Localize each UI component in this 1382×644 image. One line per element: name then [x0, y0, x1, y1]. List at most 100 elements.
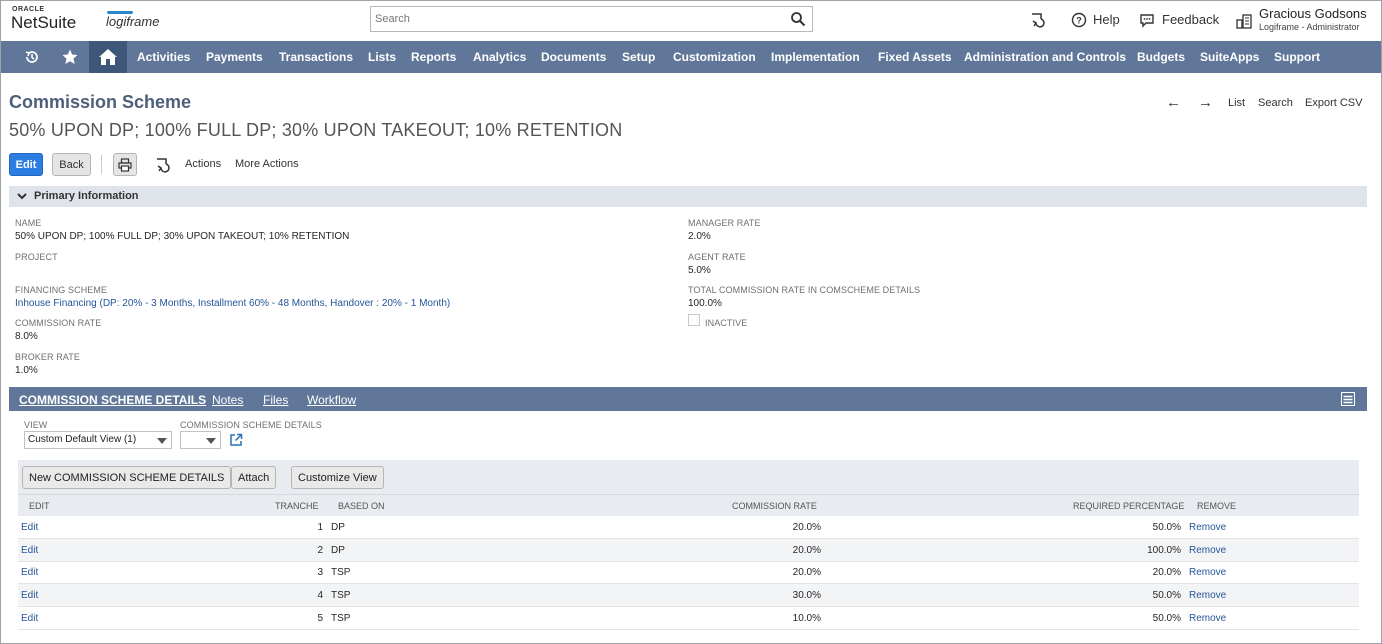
table-row: Edit 5 TSP 10.0% 50.0% Remove: [18, 607, 1359, 630]
row-remove-link[interactable]: Remove: [1189, 613, 1226, 624]
nav-documents[interactable]: Documents: [541, 50, 606, 64]
table-row: Edit 3 TSP 20.0% 20.0% Remove: [18, 561, 1359, 584]
print-button[interactable]: [113, 153, 137, 176]
nav-lists[interactable]: Lists: [368, 50, 396, 64]
search-icon[interactable]: [790, 11, 806, 27]
name-label: NAME: [15, 218, 42, 228]
main-navigation: Activities Payments Transactions Lists R…: [1, 41, 1381, 73]
row-commission-rate: 20.0%: [792, 545, 821, 556]
list-link[interactable]: List: [1228, 97, 1245, 109]
nav-implementation[interactable]: Implementation: [771, 50, 860, 64]
more-actions-menu[interactable]: More Actions: [235, 158, 299, 170]
search-link[interactable]: Search: [1258, 97, 1293, 109]
top-header: ORACLE NetSuite logiframe ? Help Feedbac…: [1, 1, 1381, 41]
chevron-down-icon: [157, 438, 167, 444]
primary-information-header[interactable]: Primary Information: [9, 186, 1367, 207]
attach-button[interactable]: Attach: [231, 466, 277, 489]
row-required-percentage: 100.0%: [1147, 545, 1181, 556]
nav-reports[interactable]: Reports: [411, 50, 456, 64]
row-remove-link[interactable]: Remove: [1189, 522, 1226, 533]
row-edit-link[interactable]: Edit: [21, 567, 38, 578]
search-input[interactable]: [371, 7, 781, 31]
recent-history-button[interactable]: [13, 41, 51, 73]
feedback-link[interactable]: Feedback: [1162, 12, 1219, 27]
page-type-label: Commission Scheme: [9, 92, 192, 112]
tab-workflow[interactable]: Workflow: [307, 393, 356, 407]
next-record-icon[interactable]: →: [1198, 94, 1213, 111]
roles-icon[interactable]: [1235, 12, 1253, 30]
user-role[interactable]: Logiframe - Administrator: [1259, 22, 1360, 32]
financing-scheme-link[interactable]: Inhouse Financing (DP: 20% - 3 Months, I…: [15, 298, 450, 309]
chevron-down-icon: [17, 193, 27, 200]
nav-customization[interactable]: Customization: [673, 50, 756, 64]
csd-filter-select[interactable]: [180, 431, 221, 449]
list-menu-icon[interactable]: [1341, 392, 1355, 406]
column-header-based-on[interactable]: BASED ON: [338, 501, 385, 511]
user-name[interactable]: Gracious Godsons: [1259, 6, 1367, 21]
commission-rate-label: COMMISSION RATE: [15, 318, 102, 328]
row-edit-link[interactable]: Edit: [21, 545, 38, 556]
tab-files[interactable]: Files: [263, 393, 288, 407]
row-remove-link[interactable]: Remove: [1189, 567, 1226, 578]
nav-support[interactable]: Support: [1274, 50, 1320, 64]
column-header-commission-rate[interactable]: COMMISSION RATE: [732, 501, 817, 511]
view-select[interactable]: Custom Default View (1): [24, 431, 172, 449]
table-row: Edit 4 TSP 30.0% 50.0% Remove: [18, 584, 1359, 607]
nav-analytics[interactable]: Analytics: [473, 50, 526, 64]
customize-view-button[interactable]: Customize View: [291, 466, 384, 489]
row-based-on: TSP: [331, 567, 351, 578]
help-link[interactable]: Help: [1093, 12, 1120, 27]
manager-rate-value: 2.0%: [688, 231, 711, 242]
nav-fixed-assets[interactable]: Fixed Assets: [878, 50, 952, 64]
inactive-checkbox: [688, 314, 700, 326]
export-csv-link[interactable]: Export CSV: [1305, 97, 1362, 109]
total-commission-rate-label: TOTAL COMMISSION RATE IN COMSCHEME DETAI…: [688, 285, 921, 295]
help-icon[interactable]: ?: [1070, 11, 1088, 29]
tab-notes[interactable]: Notes: [212, 393, 243, 407]
agent-rate-value: 5.0%: [688, 265, 711, 276]
row-tranche: 1: [317, 522, 323, 533]
netsuite-logo[interactable]: NetSuite: [11, 13, 76, 33]
nav-administration[interactable]: Administration and Controls: [964, 50, 1126, 64]
row-edit-link[interactable]: Edit: [21, 590, 38, 601]
row-remove-link[interactable]: Remove: [1189, 590, 1226, 601]
row-edit-link[interactable]: Edit: [21, 522, 38, 533]
row-based-on: TSP: [331, 613, 351, 624]
edit-button[interactable]: Edit: [9, 153, 43, 176]
row-based-on: TSP: [331, 590, 351, 601]
global-search[interactable]: [370, 6, 813, 32]
home-button[interactable]: [89, 41, 127, 73]
row-required-percentage: 50.0%: [1152, 522, 1181, 533]
table-row: Edit 2 DP 20.0% 100.0% Remove: [18, 539, 1359, 562]
nav-payments[interactable]: Payments: [206, 50, 263, 64]
nav-activities[interactable]: Activities: [137, 50, 190, 64]
star-icon: [62, 49, 78, 64]
open-external-icon[interactable]: [229, 433, 243, 447]
nav-suiteapps[interactable]: SuiteApps: [1200, 50, 1259, 64]
recent-records-icon[interactable]: [153, 156, 171, 174]
row-required-percentage: 50.0%: [1152, 613, 1181, 624]
feedback-icon[interactable]: [1138, 11, 1156, 29]
nav-setup[interactable]: Setup: [622, 50, 655, 64]
previous-record-icon[interactable]: ←: [1166, 94, 1181, 111]
column-header-required-percentage[interactable]: REQUIRED PERCENTAGE: [1073, 501, 1184, 511]
recent-records-icon[interactable]: [1028, 11, 1046, 29]
favorites-button[interactable]: [51, 41, 89, 73]
nav-budgets[interactable]: Budgets: [1137, 50, 1185, 64]
nav-transactions[interactable]: Transactions: [279, 50, 353, 64]
broker-rate-value: 1.0%: [15, 365, 38, 376]
row-edit-link[interactable]: Edit: [21, 613, 38, 624]
row-tranche: 4: [317, 590, 323, 601]
name-value: 50% UPON DP; 100% FULL DP; 30% UPON TAKE…: [15, 231, 350, 242]
row-required-percentage: 50.0%: [1152, 590, 1181, 601]
new-commission-scheme-details-button[interactable]: New COMMISSION SCHEME DETAILS: [22, 466, 232, 489]
tab-commission-scheme-details[interactable]: COMMISSION SCHEME DETAILS: [19, 393, 206, 407]
financing-scheme-label: FINANCING SCHEME: [15, 285, 108, 295]
row-commission-rate: 10.0%: [792, 613, 821, 624]
column-header-tranche[interactable]: TRANCHE: [275, 501, 319, 511]
back-button[interactable]: Back: [52, 153, 91, 176]
record-title: 50% UPON DP; 100% FULL DP; 30% UPON TAKE…: [9, 120, 623, 140]
column-header-edit[interactable]: EDIT: [29, 501, 50, 511]
row-remove-link[interactable]: Remove: [1189, 545, 1226, 556]
actions-menu[interactable]: Actions: [185, 158, 221, 170]
